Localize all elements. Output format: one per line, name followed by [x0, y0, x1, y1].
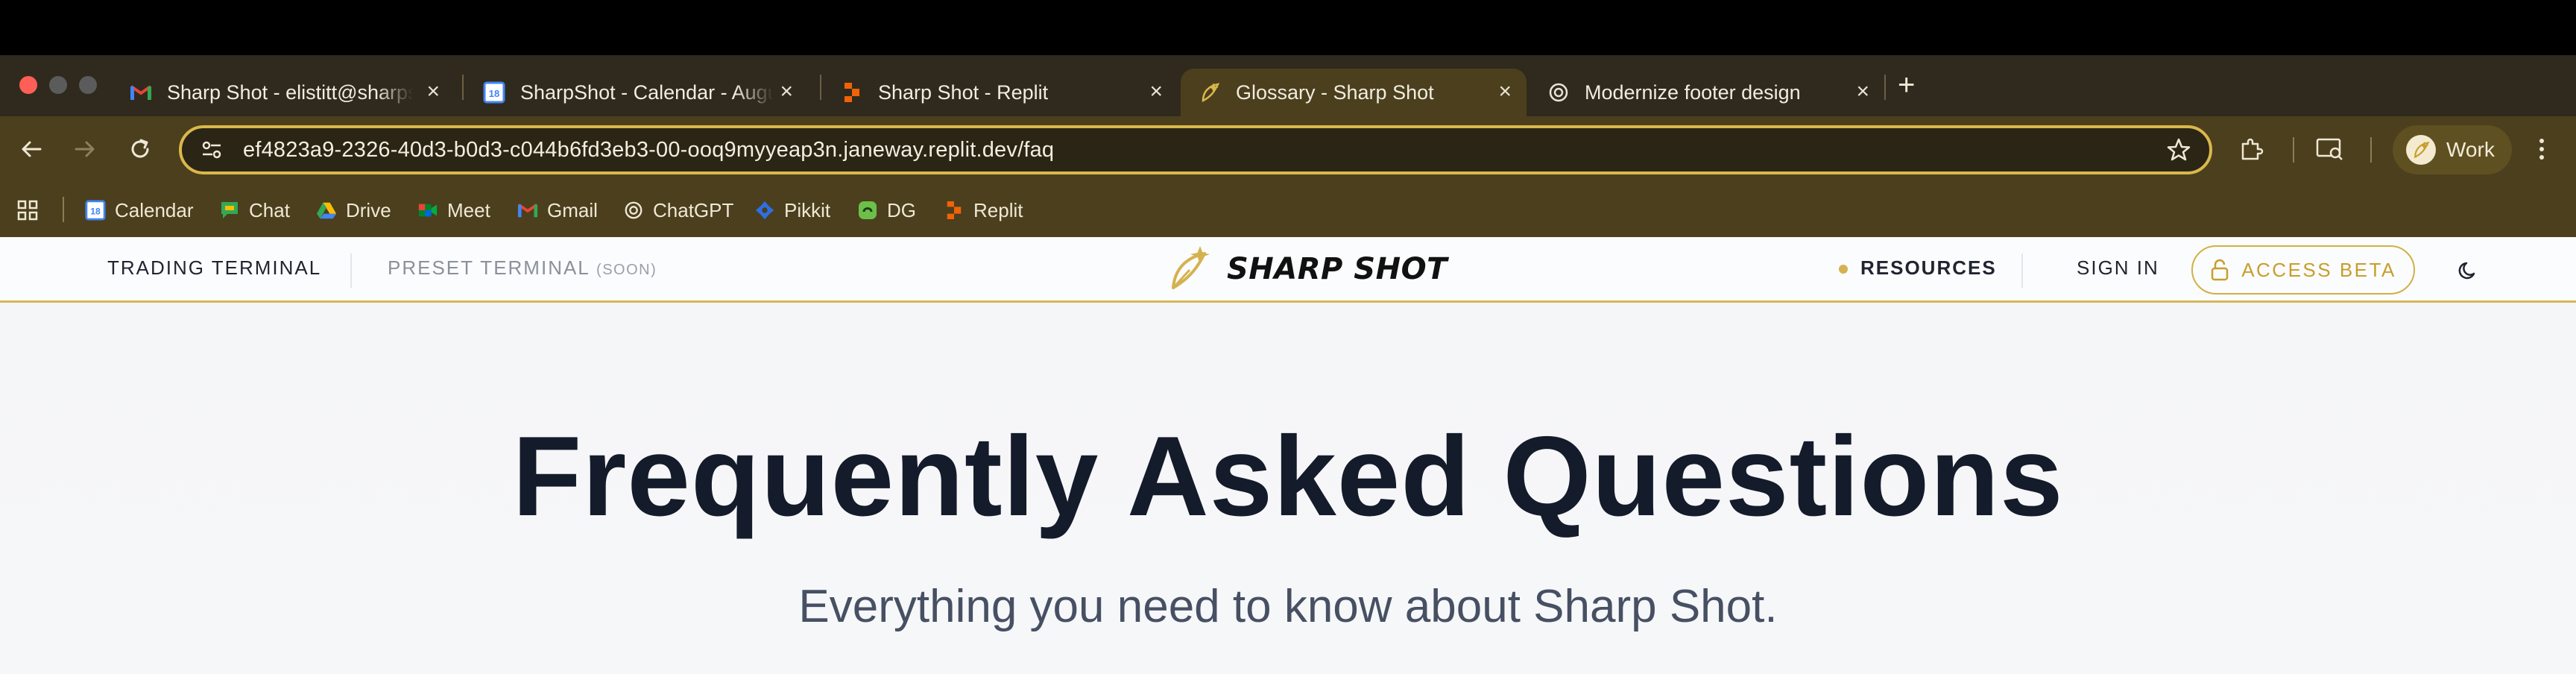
tab-glossary-active[interactable]: Glossary - Sharp Shot × — [1181, 69, 1527, 116]
sharpshot-logo-icon — [1167, 245, 1213, 295]
chat-icon — [219, 200, 240, 221]
site-settings-icon[interactable] — [197, 135, 227, 165]
dg-icon — [857, 200, 878, 221]
bookmark-pikkit[interactable]: Pikkit — [754, 194, 830, 227]
bookmark-calendar[interactable]: 18 Calendar — [85, 194, 194, 227]
chatgpt-icon — [623, 200, 644, 221]
tab-title: Sharp Shot - Replit — [878, 81, 1049, 104]
calendar-icon: 18 — [85, 200, 106, 221]
soon-badge: (SOON) — [596, 262, 657, 278]
page-subtitle: Everything you need to know about Sharp … — [798, 581, 1778, 632]
bookmark-label: Gmail — [547, 198, 598, 221]
drive-icon — [316, 200, 337, 221]
tab-divider — [462, 75, 464, 100]
bookmark-label: Replit — [973, 198, 1023, 221]
close-icon[interactable]: × — [1498, 79, 1512, 104]
nav-preset-terminal[interactable]: PRESET TERMINAL (SOON) — [388, 256, 657, 280]
resources-indicator-dot — [1839, 265, 1848, 274]
brand-wordmark: SHARP SHOT — [1227, 252, 1448, 286]
nav-sign-in[interactable]: SIGN IN — [2077, 256, 2159, 280]
access-beta-button[interactable]: ACCESS BETA — [2191, 245, 2415, 295]
new-tab-button[interactable]: + — [1898, 70, 1915, 100]
nav-preset-label: PRESET TERMINAL — [388, 256, 590, 279]
back-arrow-icon[interactable] — [15, 133, 48, 166]
svg-text:18: 18 — [489, 88, 499, 99]
tab-gmail[interactable]: Sharp Shot - elistitt@sharpshot × — [112, 69, 455, 116]
close-icon[interactable]: × — [426, 79, 440, 104]
bookmark-dg[interactable]: DG — [857, 194, 916, 227]
extensions-icon[interactable] — [2233, 131, 2269, 167]
bookmark-gmail[interactable]: Gmail — [517, 194, 598, 227]
tab-title: Glossary - Sharp Shot — [1236, 81, 1434, 104]
window-minimize-button[interactable] — [49, 76, 67, 94]
tab-title: Sharp Shot - elistitt@sharpshot — [167, 81, 413, 104]
tab-divider — [820, 75, 821, 100]
close-icon[interactable]: × — [780, 79, 793, 104]
lock-icon — [2210, 259, 2229, 281]
nav-resources[interactable]: RESOURCES — [1860, 256, 1997, 280]
bookmarks-divider — [63, 197, 64, 222]
meet-icon — [417, 200, 438, 221]
bookmark-label: DG — [887, 198, 916, 221]
window-zoom-button[interactable] — [79, 76, 97, 94]
nav-divider — [2021, 253, 2023, 288]
bookmark-drive[interactable]: Drive — [316, 194, 391, 227]
close-icon[interactable]: × — [1149, 79, 1163, 104]
tab-title: SharpShot - Calendar - August — [520, 81, 774, 104]
gmail-icon — [517, 200, 538, 221]
site-logo[interactable]: SHARP SHOT — [1167, 243, 1448, 295]
replit-icon — [944, 200, 965, 221]
nav-divider — [350, 253, 352, 288]
bookmark-replit[interactable]: Replit — [944, 194, 1023, 227]
bookmark-label: Calendar — [115, 198, 194, 221]
calendar-icon: 18 — [483, 81, 505, 104]
more-menu-icon[interactable] — [2524, 131, 2560, 167]
access-beta-label: ACCESS BETA — [2241, 258, 2396, 281]
bookmark-meet[interactable]: Meet — [417, 194, 490, 227]
bookmark-star-icon[interactable] — [2166, 137, 2191, 166]
sharpshot-icon — [1199, 81, 1221, 104]
profile-label: Work — [2446, 138, 2495, 161]
address-url[interactable]: ef4823a9-2326-40d3-b0d3-c044b6fd3eb3-00-… — [243, 138, 1054, 163]
tab-title: Modernize footer design — [1585, 81, 1801, 104]
close-icon[interactable]: × — [1856, 79, 1869, 104]
forward-arrow-icon[interactable] — [69, 133, 101, 166]
toolbar-divider — [2293, 137, 2294, 163]
tab-chatgpt[interactable]: Modernize footer design × — [1530, 69, 1884, 116]
reload-icon[interactable] — [124, 133, 157, 166]
bookmark-chat[interactable]: Chat — [219, 194, 290, 227]
chatgpt-icon — [1547, 81, 1570, 104]
avatar — [2406, 135, 2436, 165]
tab-divider — [1884, 75, 1886, 100]
address-bar[interactable]: ef4823a9-2326-40d3-b0d3-c044b6fd3eb3-00-… — [179, 125, 2212, 174]
tab-search-icon[interactable] — [2312, 131, 2348, 167]
bookmark-label: Drive — [346, 198, 391, 221]
tab-replit[interactable]: Sharp Shot - Replit × — [823, 69, 1178, 116]
apps-grid-icon[interactable] — [16, 194, 39, 227]
replit-icon — [841, 81, 863, 104]
screen-top-bar — [0, 0, 2576, 55]
page-title: Frequently Asked Questions — [512, 413, 2064, 540]
bookmark-chatgpt[interactable]: ChatGPT — [623, 194, 733, 227]
bookmark-label: ChatGPT — [653, 198, 734, 221]
profile-button[interactable]: Work — [2393, 125, 2512, 174]
gmail-icon — [130, 81, 152, 104]
bookmark-label: Meet — [447, 198, 490, 221]
bookmark-label: Chat — [249, 198, 290, 221]
toolbar-divider — [2370, 137, 2372, 163]
window-close-button[interactable] — [19, 76, 37, 94]
moon-icon[interactable] — [2452, 255, 2484, 286]
bookmark-label: Pikkit — [784, 198, 831, 221]
pikkit-icon — [754, 200, 775, 221]
tab-calendar[interactable]: 18 SharpShot - Calendar - August × — [465, 69, 808, 116]
svg-text:18: 18 — [90, 207, 101, 217]
nav-trading-terminal[interactable]: TRADING TERMINAL — [107, 256, 321, 280]
